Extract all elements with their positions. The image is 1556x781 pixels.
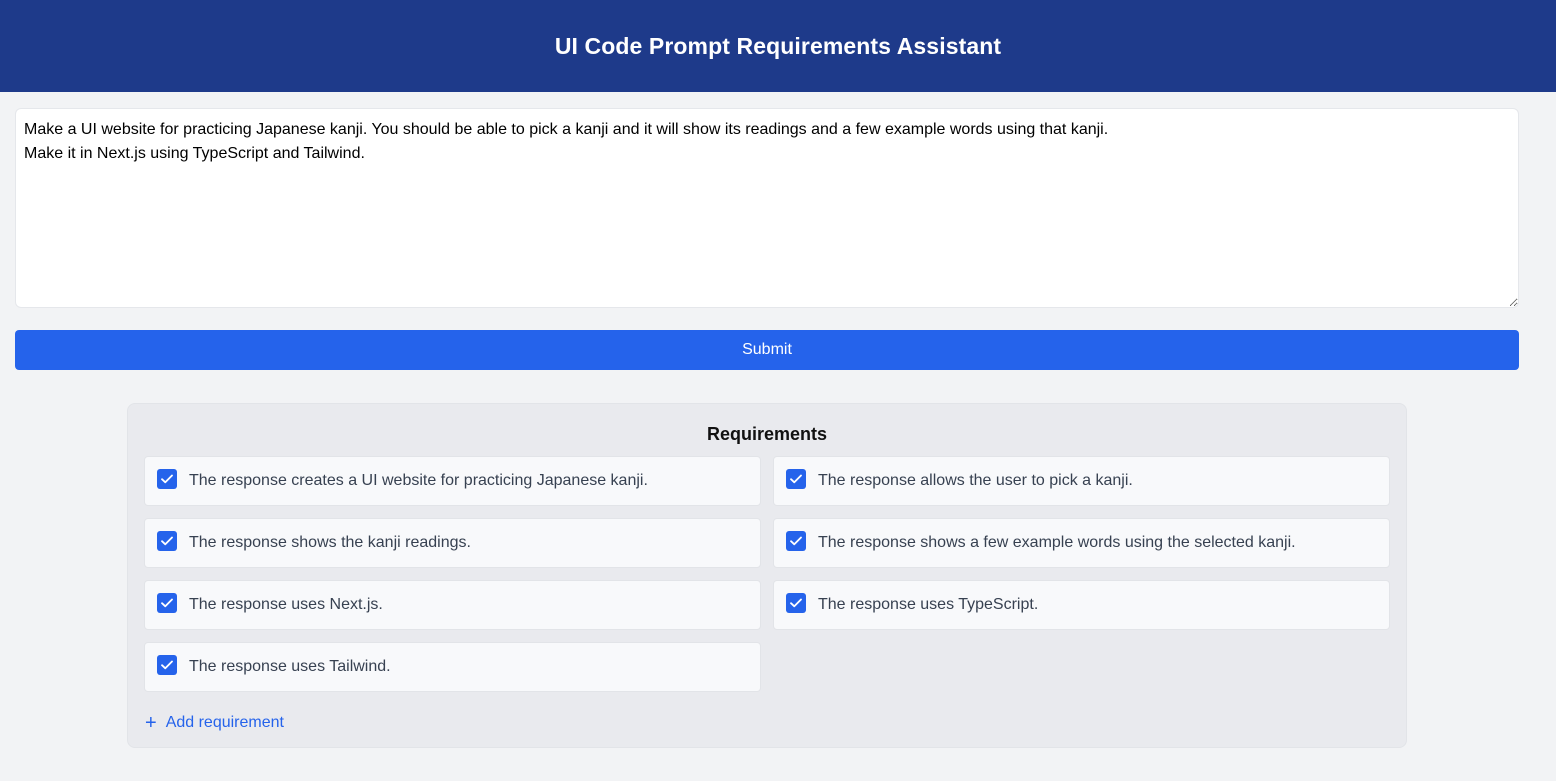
requirement-checkbox[interactable] [157, 531, 177, 551]
checkmark-icon [161, 536, 173, 546]
requirement-checkbox[interactable] [786, 593, 806, 613]
requirements-title: Requirements [706, 424, 828, 444]
requirement-label: The response allows the user to pick a k… [818, 472, 1133, 489]
checkmark-icon [161, 598, 173, 608]
requirement-item: The response shows the kanji readings. [144, 518, 761, 568]
plus-icon: + [145, 712, 157, 734]
requirement-label: The response shows the kanji readings. [189, 534, 471, 551]
requirements-list: The response creates a UI website for pr… [144, 456, 1390, 692]
add-requirement-label: Add requirement [165, 714, 284, 731]
requirement-label: The response uses Tailwind. [189, 658, 391, 675]
requirement-checkbox[interactable] [786, 469, 806, 489]
prompt-textarea[interactable] [15, 108, 1519, 308]
requirement-checkbox[interactable] [157, 593, 177, 613]
requirements-panel: Requirements The response creates a UI w… [127, 403, 1407, 748]
add-requirement-button[interactable]: + Add requirement [144, 712, 284, 734]
requirement-label: The response shows a few example words u… [818, 534, 1296, 551]
requirement-label: The response uses Next.js. [189, 596, 383, 613]
requirement-label: The response creates a UI website for pr… [189, 472, 648, 489]
checkmark-icon [790, 474, 802, 484]
requirement-item: The response uses Next.js. [144, 580, 761, 630]
requirement-item: The response allows the user to pick a k… [773, 456, 1390, 506]
main-content: Submit [0, 92, 1556, 370]
checkmark-icon [161, 660, 173, 670]
requirement-label: The response uses TypeScript. [818, 596, 1039, 613]
requirement-item: The response shows a few example words u… [773, 518, 1390, 568]
requirement-item: The response uses Tailwind. [144, 642, 761, 692]
requirement-item: The response creates a UI website for pr… [144, 456, 761, 506]
checkmark-icon [161, 474, 173, 484]
requirement-checkbox[interactable] [157, 655, 177, 675]
submit-button[interactable]: Submit [15, 330, 1519, 370]
requirement-checkbox[interactable] [786, 531, 806, 551]
page-title: UI Code Prompt Requirements Assistant [554, 32, 1002, 59]
requirement-checkbox[interactable] [157, 469, 177, 489]
app-header: UI Code Prompt Requirements Assistant [0, 0, 1556, 92]
requirement-item: The response uses TypeScript. [773, 580, 1390, 630]
checkmark-icon [790, 598, 802, 608]
checkmark-icon [790, 536, 802, 546]
